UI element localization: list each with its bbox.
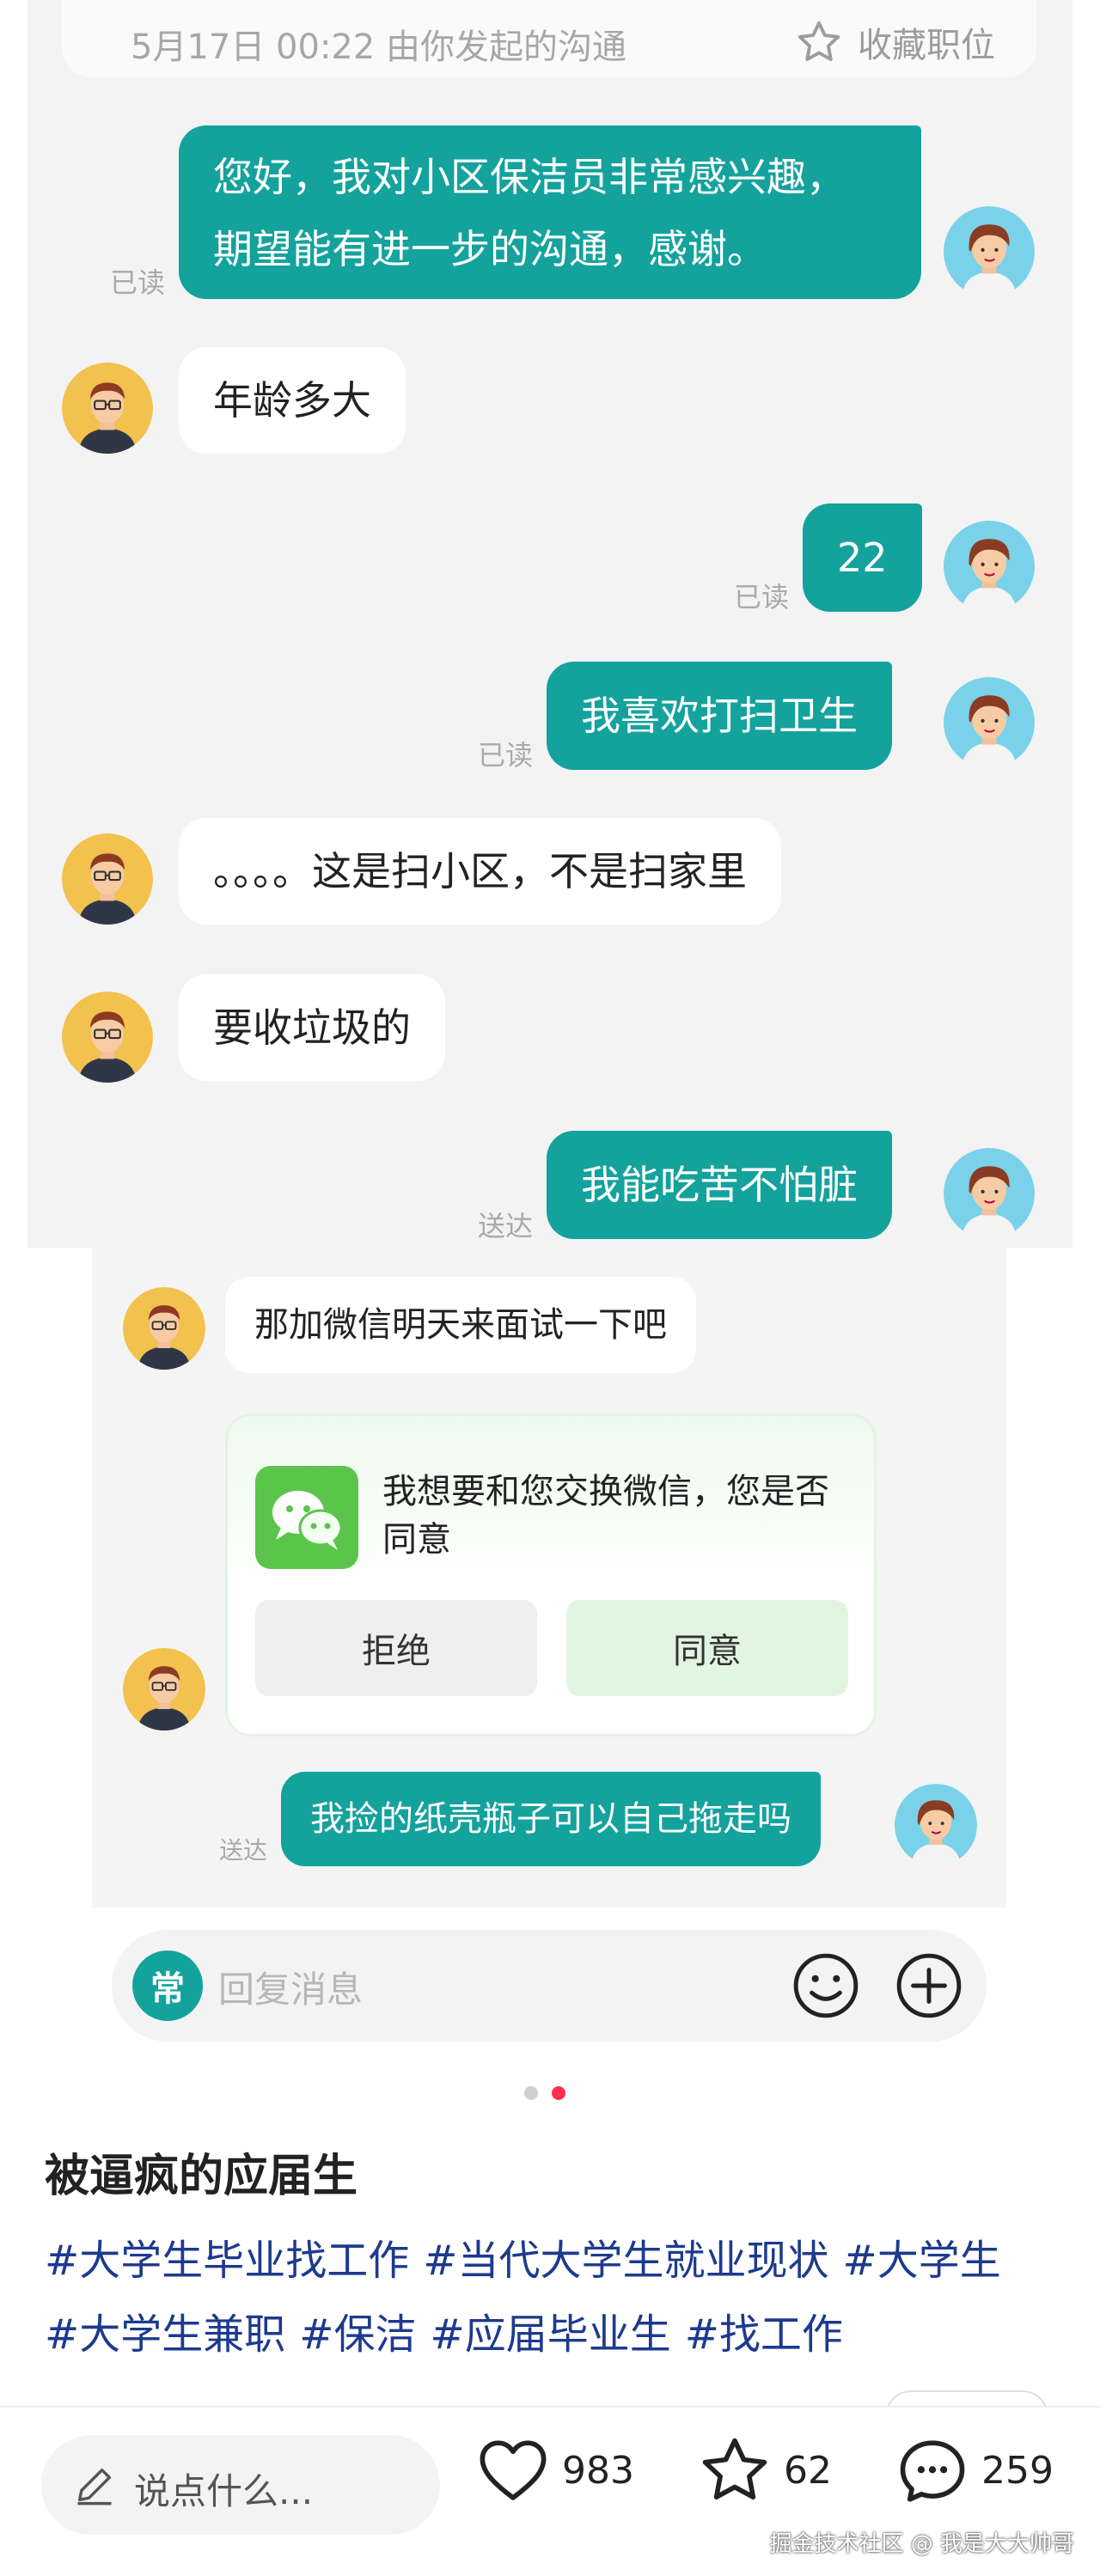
message-bubble-received: 年龄多大 (179, 347, 406, 454)
comment-button[interactable]: 259 (894, 2432, 1054, 2509)
my-avatar (944, 677, 1035, 768)
common-phrases-button[interactable]: 常 (132, 1950, 203, 2021)
watermark: 掘金技术社区 @ 我是大大帅哥 (769, 2531, 1074, 2557)
recruiter-avatar (123, 1287, 205, 1370)
read-status: 已读 (478, 739, 534, 772)
message-bubble-sent: 我捡的纸壳瓶子可以自己拖走吗 (281, 1772, 821, 1866)
reply-input-placeholder: 回复消息 (218, 1969, 364, 2011)
like-button[interactable]: 983 (474, 2432, 634, 2509)
message-bubble-sent: 我喜欢打扫卫生 (547, 662, 892, 770)
bottom-action-bar: 说点什么... 983 62 259 掘金技术社区 @ 我是大大帅哥 (0, 2406, 1100, 2576)
recruiter-avatar (62, 833, 153, 925)
message-bubble-received: 那加微信明天来面试一下吧 (225, 1277, 696, 1373)
chat-start-info: 5月17日 00:22 由你发起的沟通 (131, 27, 627, 67)
favorite-job-button[interactable]: 收藏职位 (794, 17, 995, 67)
my-avatar (944, 1148, 1035, 1239)
image-carousel-indicator[interactable] (524, 2086, 565, 2100)
collect-button[interactable]: 62 (696, 2432, 832, 2509)
message-bubble-received: 。。。。这是扫小区，不是扫家里 (179, 818, 781, 925)
wechat-exchange-text: 我想要和您交换微信，您是否同意 (382, 1472, 829, 1560)
chat-header: 5月17日 00:22 由你发起的沟通 收藏职位 (62, 0, 1036, 77)
hashtag-link[interactable]: #大学生毕业找工作 (45, 2237, 409, 2285)
message-line: 期望能有进一步的沟通，感谢。 (213, 226, 767, 272)
message-line: 您好，我对小区保洁员非常感兴趣， (213, 154, 846, 200)
hashtag-link[interactable]: #应届毕业生 (430, 2310, 670, 2359)
recruiter-avatar (62, 363, 153, 454)
recruiter-avatar (62, 992, 153, 1083)
post-tags: #大学生毕业找工作 #当代大学生就业现状 #大学生 #大学生兼职 #保洁 #应届毕业生 #… (45, 2224, 1067, 2372)
wechat-exchange-card: 我想要和您交换微信，您是否同意 拒绝 同意 (225, 1413, 877, 1737)
smiley-icon[interactable] (791, 1950, 861, 2021)
hashtag-link[interactable]: #当代大学生就业现状 (423, 2237, 828, 2285)
comment-input[interactable]: 说点什么... (41, 2435, 440, 2535)
comment-count: 259 (981, 2448, 1054, 2493)
like-count: 983 (562, 2448, 634, 2493)
hashtag-link[interactable]: #大学生兼职 (45, 2310, 285, 2359)
carousel-dot[interactable] (524, 2086, 538, 2100)
read-status: 已读 (110, 266, 166, 299)
plus-icon[interactable] (894, 1950, 964, 2021)
message-bubble-sent: 我能吃苦不怕脏 (547, 1131, 892, 1239)
my-avatar (944, 521, 1035, 612)
hashtag-link[interactable]: #大学生 (842, 2237, 1000, 2285)
my-avatar (895, 1784, 977, 1866)
collect-count: 62 (784, 2448, 832, 2493)
carousel-dot-active[interactable] (552, 2086, 565, 2100)
message-bubble-received: 要收垃圾的 (179, 974, 445, 1081)
delivered-status: 送达 (219, 1836, 268, 1865)
screen: 5月17日 00:22 由你发起的沟通 收藏职位 您好，我对小区保洁员非常感兴趣… (0, 0, 1100, 2576)
message-bubble-sent: 您好，我对小区保洁员非常感兴趣， 期望能有进一步的沟通，感谢。 (179, 125, 921, 299)
my-avatar (944, 206, 1035, 297)
delivered-status: 送达 (478, 1210, 534, 1242)
chat-screenshot-2: 那加微信明天来面试一下吧 我想要和您交换微信，您是否同意 拒绝 同意 我捡的纸壳… (92, 1248, 1006, 1908)
hashtag-link[interactable]: #找工作 (685, 2310, 843, 2359)
agree-button[interactable]: 同意 (566, 1600, 848, 1696)
post-title: 被逼疯的应届生 (45, 2151, 358, 2202)
comment-placeholder: 说点什么... (134, 2470, 314, 2512)
wechat-icon (255, 1466, 358, 1569)
pencil-icon (77, 2468, 112, 2506)
recruiter-avatar (123, 1648, 205, 1731)
star-icon (702, 2438, 767, 2500)
read-status: 已读 (734, 581, 790, 613)
heart-icon (480, 2440, 547, 2500)
star-icon (798, 21, 840, 61)
favorite-job-label: 收藏职位 (858, 26, 995, 65)
chat-screenshot-1: 5月17日 00:22 由你发起的沟通 收藏职位 您好，我对小区保洁员非常感兴趣… (28, 0, 1072, 1248)
message-bubble-sent: 22 (803, 504, 922, 612)
hashtag-link[interactable]: #保洁 (299, 2310, 416, 2359)
comment-icon (900, 2440, 965, 2502)
reject-button[interactable]: 拒绝 (255, 1600, 537, 1696)
reply-input-bar[interactable]: 常 回复消息 (112, 1930, 987, 2042)
